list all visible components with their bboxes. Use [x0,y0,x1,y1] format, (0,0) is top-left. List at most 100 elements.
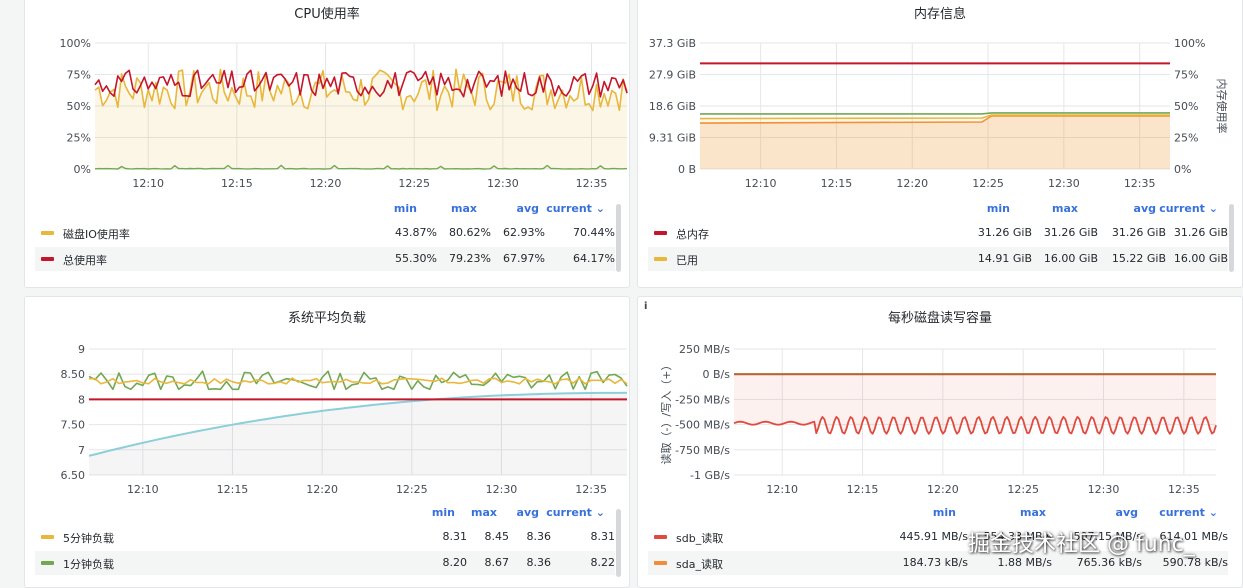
legend-header-min[interactable]: min [922,506,956,519]
y-tick-label: 25% [67,132,91,145]
legend-min: 445.91 MB/s [899,530,968,543]
series-color-swatch [41,231,54,235]
y-tick-label: 0 B [678,163,696,176]
memory-chart[interactable]: 0 B 9.31 GiB 18.6 GiB 27.9 GiB 37.3 GiB 0% 25%… [638,0,1242,194]
y-tick-label: 250 MB/s [679,343,730,356]
legend-avg: 31.26 GiB [1111,226,1166,239]
legend-header-max[interactable]: max [1012,506,1046,519]
y-tick-label: 0 B/s [703,368,731,381]
legend-scrollbar[interactable] [1229,204,1234,272]
y-tick-label: 75% [67,69,91,82]
legend-avg: 15.22 GiB [1111,252,1166,265]
x-tick-label: 12:15 [217,483,249,496]
legend-header-current[interactable]: current ⌄ [539,202,605,215]
y2-axis-label: 内存使用率 [1215,79,1229,134]
legend-row[interactable]: 磁盘IO使用率 43.87% 80.62% 62.93% 70.44% [35,221,615,245]
cpu-chart[interactable]: 0% 25% 50% 75% 100% 12:10 12:15 12:20 12:25 12:30… [25,0,629,194]
legend-min: 8.20 [442,556,468,569]
y2-tick-label: 100% [1174,37,1205,50]
series-color-swatch [41,257,54,261]
legend-header-max[interactable]: max [1044,202,1078,215]
legend-row[interactable]: 5分钟负载 8.31 8.45 8.36 8.31 [35,525,615,549]
series-name[interactable]: 总内存 [676,226,709,242]
legend-header-max[interactable]: max [443,202,477,215]
disk-chart[interactable]: -1 GB/s -750 MB/s -500 MB/s -250 MB/s 0 B/s 2… [638,297,1242,497]
y2-tick-label: 50% [1174,100,1198,113]
y-tick-label: -1 GB/s [690,469,730,482]
legend-row[interactable]: 1分钟负载 8.20 8.67 8.36 8.22 [35,551,615,575]
legend-min: 55.30% [395,252,437,265]
legend-row[interactable]: 已用 14.91 GiB 16.00 GiB 15.22 GiB 16.00 G… [648,247,1228,271]
series-color-swatch [654,257,667,261]
y2-tick-label: 75% [1174,69,1198,82]
series-color-swatch [654,535,667,539]
load-chart[interactable]: 6.50 7 7.50 8 8.50 9 12:10 12:15 12:20 12:25 12:30… [25,297,629,497]
memory-info-panel: 内存信息 0 B 9.31 GiB 18.6 GiB 27.9 GiB 37.3 GiB… [637,0,1243,288]
series-area-used [700,115,1170,169]
series-name[interactable]: sda_读取 [676,556,723,572]
legend-scrollbar[interactable] [616,509,621,577]
legend-header-avg[interactable]: avg [505,202,539,215]
series-color-swatch [41,561,54,565]
y2-tick-label: 0% [1174,163,1191,176]
series-line-green [700,112,1170,115]
y2-tick-label: 25% [1174,132,1198,145]
x-tick-label: 12:35 [1124,177,1156,190]
legend-current: 16.00 GiB [1173,252,1228,265]
legend-header-avg[interactable]: avg [505,506,539,519]
y-tick-label: 0% [74,163,91,176]
y-tick-label: 100% [60,37,91,50]
legend-header-avg[interactable]: avg [1122,202,1156,215]
legend-header-min[interactable]: min [976,202,1010,215]
legend-min: 14.91 GiB [977,252,1032,265]
watermark-text: 掘金技术社区 @ func_ [968,532,1195,557]
series-name[interactable]: 5分钟负载 [63,530,114,546]
legend-header-current[interactable]: current ⌄ [539,506,605,519]
series-area-cyan [89,392,627,475]
y-tick-label: 18.6 GiB [649,100,696,113]
x-tick-label: 12:25 [972,177,1004,190]
y-tick-label: 7.50 [61,419,86,432]
y-tick-label: 9 [78,343,85,356]
legend-min: 31.26 GiB [977,226,1032,239]
series-name[interactable]: 总使用率 [63,252,107,268]
y-tick-label: 37.3 GiB [649,37,696,50]
legend-avg: 62.93% [503,226,545,239]
x-tick-label: 12:15 [221,177,253,190]
legend-min: 8.31 [442,530,468,543]
legend-header-min[interactable]: min [385,202,417,215]
x-tick-label: 12:10 [766,483,798,496]
y-tick-label: 8 [78,393,85,406]
legend-header-min[interactable]: min [421,506,455,519]
legend-header-max[interactable]: max [463,506,497,519]
x-tick-label: 12:30 [1088,483,1120,496]
series-name[interactable]: 已用 [676,252,698,268]
series-name[interactable]: 1分钟负载 [63,556,114,572]
series-name[interactable]: 磁盘IO使用率 [63,226,130,242]
x-tick-label: 12:20 [927,483,959,496]
x-tick-label: 12:30 [486,483,518,496]
cpu-usage-panel: CPU使用率 0% 25% 50% 75% 100% 12:10 12:15 12:20 12:… [24,0,630,288]
series-name[interactable]: sdb_读取 [676,530,723,546]
legend-max: 16.00 GiB [1043,252,1098,265]
legend-row[interactable]: 总使用率 55.30% 79.23% 67.97% 64.17% [35,247,615,271]
x-tick-label: 12:30 [487,177,519,190]
legend-min: 184.73 kB/s [902,556,968,569]
series-color-swatch [41,535,54,539]
legend-current: 8.31 [590,530,616,543]
legend-header-current[interactable]: current ⌄ [1152,202,1218,215]
legend-max: 79.23% [449,252,491,265]
x-tick-label: 12:30 [1048,177,1080,190]
legend-row[interactable]: 总内存 31.26 GiB 31.26 GiB 31.26 GiB 31.26 … [648,221,1228,245]
y-tick-label: -500 MB/s [675,419,730,432]
y-tick-label: -250 MB/s [675,393,730,406]
legend-header-avg[interactable]: avg [1104,506,1138,519]
legend-current: 31.26 GiB [1173,226,1228,239]
legend-max: 80.62% [449,226,491,239]
legend-max: 31.26 GiB [1043,226,1098,239]
legend-scrollbar[interactable] [616,204,621,272]
legend-header-current[interactable]: current ⌄ [1152,506,1218,519]
series-color-swatch [654,231,667,235]
x-tick-label: 12:25 [1007,483,1039,496]
system-load-panel: 系统平均负载 6.50 7 7.50 8 8.50 9 12:10 12:15 12:20 12:… [24,296,630,588]
